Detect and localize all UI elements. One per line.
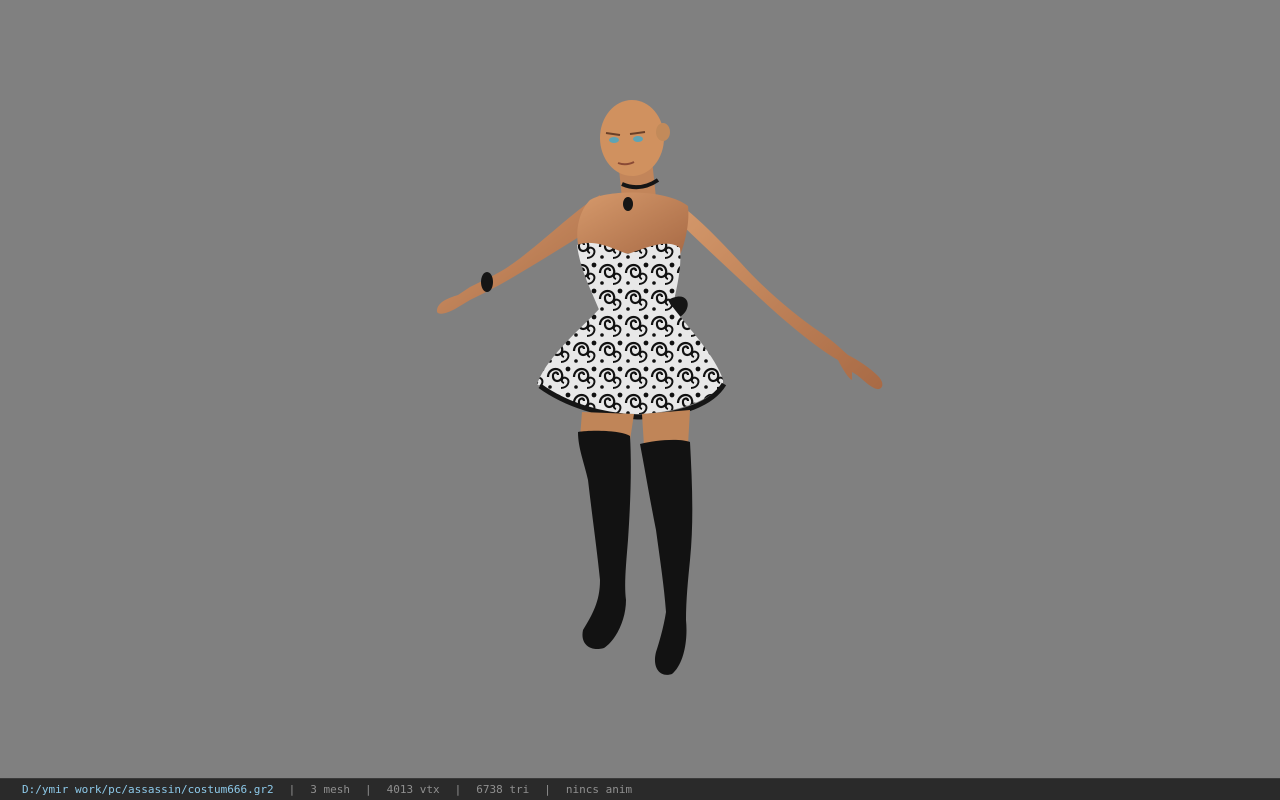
file-path-label: D:/ymir work/pc/assassin/costum666.gr2 bbox=[22, 783, 274, 796]
animation-status: nincs anim bbox=[565, 783, 633, 796]
vertex-count: 4013 vtx bbox=[386, 783, 440, 796]
pendant bbox=[623, 197, 633, 211]
status-bar: D:/ymir work/pc/assassin/costum666.gr2 |… bbox=[0, 778, 1280, 800]
right-boot bbox=[640, 439, 693, 675]
head bbox=[600, 100, 664, 176]
left-boot bbox=[578, 430, 631, 650]
triangle-count: 6738 tri bbox=[476, 783, 530, 796]
mesh-count: 3 mesh bbox=[310, 783, 351, 796]
character-model bbox=[436, 100, 883, 675]
3d-viewport[interactable] bbox=[0, 0, 1280, 778]
separator: | bbox=[365, 783, 372, 796]
separator: | bbox=[454, 783, 462, 796]
separator: | bbox=[544, 783, 551, 796]
bracelet bbox=[481, 272, 493, 292]
separator: | bbox=[288, 783, 296, 796]
